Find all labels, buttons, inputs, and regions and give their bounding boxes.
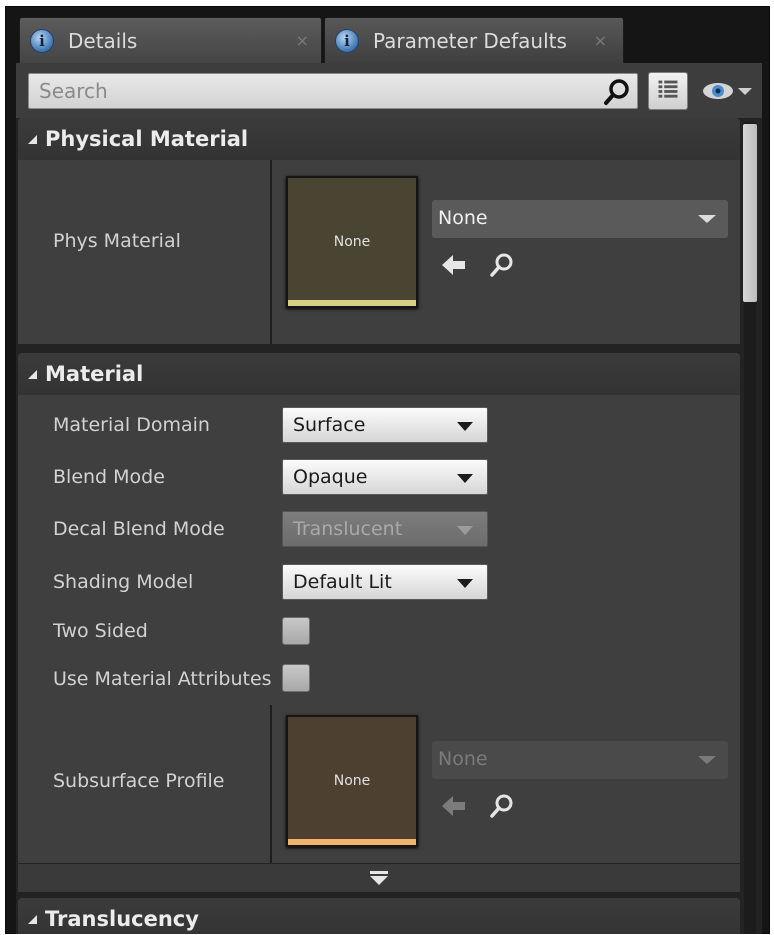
details-toolbar xyxy=(16,63,762,118)
section-title: Translucency xyxy=(45,907,199,931)
asset-picker-value: None xyxy=(438,207,488,229)
asset-type-stripe xyxy=(288,300,416,306)
decal-blend-mode-dropdown: Translucent xyxy=(282,511,488,547)
blend-mode-label: Blend Mode xyxy=(53,466,165,488)
thumbnail-text: None xyxy=(333,773,371,789)
chevron-down-icon xyxy=(457,526,473,535)
info-icon: i xyxy=(335,28,359,53)
eye-icon[interactable] xyxy=(700,77,760,105)
arrow-left-icon xyxy=(442,796,465,816)
shading-model-label: Shading Model xyxy=(53,571,194,593)
dropdown-value: Translucent xyxy=(293,518,403,540)
column-divider xyxy=(270,160,272,344)
collapse-icon xyxy=(28,369,37,379)
view-options-icon xyxy=(658,80,678,98)
section-body-physical-material: Phys Material None None xyxy=(18,160,740,344)
expand-advanced-icon xyxy=(370,871,388,885)
tab-details-label: Details xyxy=(68,28,138,53)
asset-type-stripe xyxy=(288,839,416,845)
search-box xyxy=(28,73,638,109)
section-title: Material xyxy=(45,362,144,386)
collapse-icon xyxy=(28,914,37,924)
thumbnail-text: None xyxy=(333,234,371,250)
close-icon[interactable]: × xyxy=(594,31,607,50)
details-panel: i Details × i Parameter Defaults × Searc… xyxy=(5,6,770,934)
section-header-translucency[interactable]: Translucency xyxy=(18,898,740,934)
collapse-icon xyxy=(28,134,37,144)
phys-material-thumbnail[interactable]: None xyxy=(286,176,418,308)
material-domain-dropdown[interactable]: Surface xyxy=(282,407,488,443)
chevron-down-icon xyxy=(457,474,473,483)
phys-material-label: Phys Material xyxy=(53,230,181,252)
chevron-down-icon xyxy=(698,756,716,764)
dropdown-value: Opaque xyxy=(293,466,368,488)
tab-parameter-defaults[interactable]: i Parameter Defaults × xyxy=(324,17,624,63)
dropdown-value: Default Lit xyxy=(293,571,392,593)
phys-material-asset-picker[interactable]: None xyxy=(432,200,728,238)
arrow-left-icon[interactable] xyxy=(440,251,468,279)
close-icon[interactable]: × xyxy=(296,31,309,50)
chevron-down-icon xyxy=(698,215,716,223)
search-input[interactable] xyxy=(29,74,589,108)
two-sided-label: Two Sided xyxy=(53,620,148,642)
two-sided-checkbox[interactable] xyxy=(282,617,310,645)
chevron-down-icon xyxy=(457,579,473,588)
material-domain-label: Material Domain xyxy=(53,414,210,436)
section-header-material[interactable]: Material xyxy=(18,353,740,395)
tab-parameter-defaults-label: Parameter Defaults xyxy=(373,28,567,53)
asset-picker-value: None xyxy=(438,748,488,770)
info-icon: i xyxy=(30,28,54,53)
decal-blend-mode-label: Decal Blend Mode xyxy=(53,518,225,540)
chevron-down-icon xyxy=(457,422,473,431)
scrollbar-thumb[interactable] xyxy=(743,124,757,302)
advanced-expander[interactable] xyxy=(18,864,740,892)
section-header-physical-material[interactable]: Physical Material xyxy=(18,118,740,160)
details-content: Physical Material Phys Material None Non… xyxy=(16,118,762,934)
subsurface-profile-asset-picker: None xyxy=(432,741,728,779)
magnifier-icon[interactable] xyxy=(488,251,516,279)
section-title: Physical Material xyxy=(45,127,249,151)
subsurface-profile-label: Subsurface Profile xyxy=(53,770,225,792)
blend-mode-dropdown[interactable]: Opaque xyxy=(282,459,488,495)
shading-model-dropdown[interactable]: Default Lit xyxy=(282,564,488,600)
subsurface-profile-thumbnail[interactable]: None xyxy=(286,715,418,847)
tab-details[interactable]: i Details × xyxy=(19,17,322,63)
magnifier-icon[interactable] xyxy=(488,792,516,820)
section-body-material: Material Domain Surface Blend Mode Opaqu… xyxy=(18,395,740,863)
search-icon[interactable] xyxy=(603,78,631,106)
view-options-button[interactable] xyxy=(648,72,688,110)
use-material-attributes-checkbox[interactable] xyxy=(282,664,310,692)
use-material-attributes-label: Use Material Attributes xyxy=(53,668,271,690)
dropdown-value: Surface xyxy=(293,414,366,436)
